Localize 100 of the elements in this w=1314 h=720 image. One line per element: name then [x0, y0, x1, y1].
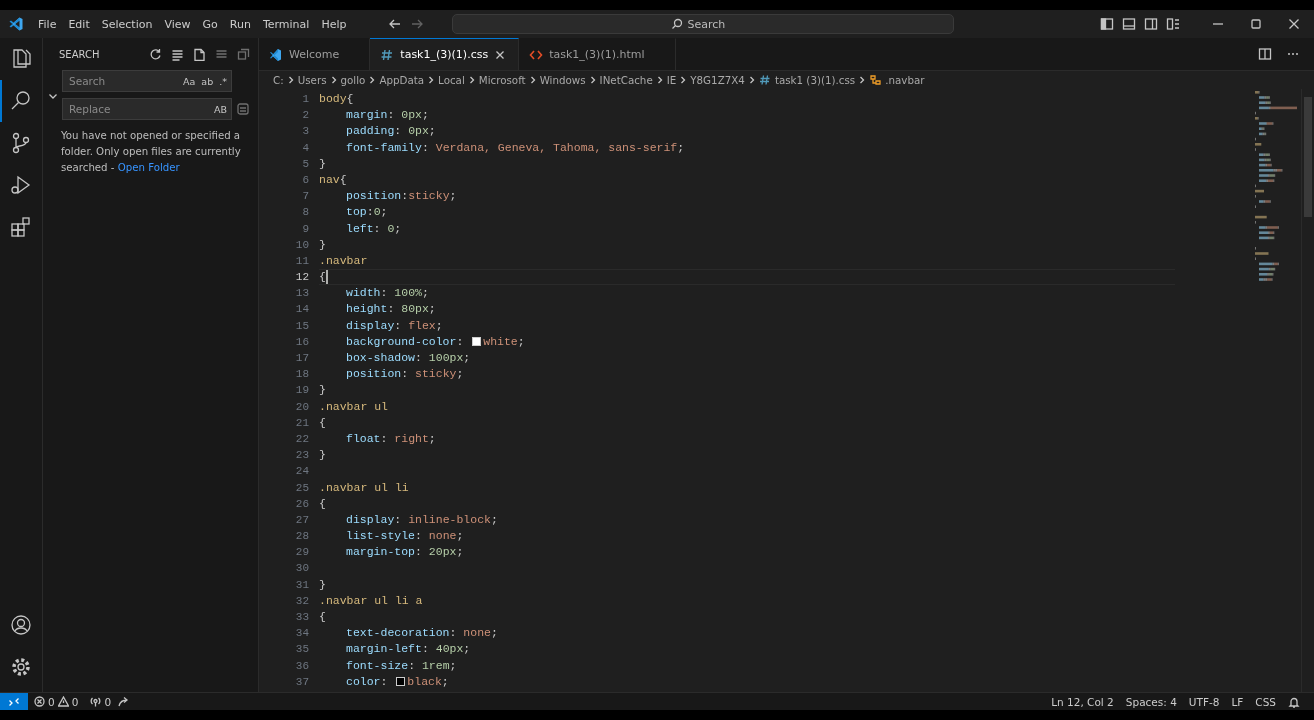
line-number: 4	[301, 140, 309, 156]
line-number: 6	[301, 172, 309, 188]
line-number: 30	[294, 561, 309, 577]
breadcrumb-item[interactable]: gollo	[340, 74, 366, 86]
option-toggle[interactable]: Aa	[183, 75, 196, 87]
code-text: display: inline-block;	[346, 511, 498, 528]
code-text: padding: 0px;	[346, 123, 436, 140]
line-number: 20	[294, 399, 309, 415]
code-text: {	[319, 269, 326, 286]
code-text: font-size: 1rem;	[346, 657, 457, 674]
code-text: }	[319, 155, 326, 172]
code-text: {	[319, 609, 326, 625]
code-text: top:0;	[346, 204, 388, 221]
line-number: 3	[301, 124, 309, 140]
line-number: 7	[301, 189, 309, 205]
line-number: 33	[294, 610, 309, 625]
breadcrumb-item[interactable]: .navbar	[885, 74, 925, 86]
line-number: 18	[294, 367, 309, 383]
menu-item[interactable]: Edit	[62, 15, 96, 33]
code-text: white;	[483, 333, 525, 350]
breadcrumb-item[interactable]: Microsoft	[478, 74, 526, 86]
info-message: You have not opened or specified a folder. Only open files are currently searched - Open Folder	[61, 129, 242, 175]
code-text: width: 100%;	[346, 285, 429, 302]
replace-field[interactable]: Replace AB	[62, 98, 232, 120]
status-item[interactable]: Spaces: 4	[1119, 695, 1183, 708]
option-toggle[interactable]: .*	[219, 75, 227, 87]
menu-item[interactable]: Help	[315, 15, 353, 33]
line-number: 35	[294, 642, 309, 658]
line-number: 9	[301, 221, 309, 237]
status-item[interactable]: CSS	[1249, 695, 1282, 708]
option-toggle[interactable]: AB	[213, 103, 227, 115]
menu-item[interactable]: Selection	[95, 15, 159, 33]
breadcrumb-item[interactable]: Users	[297, 74, 327, 86]
line-number: 2	[301, 108, 309, 124]
search-field[interactable]: Search	[687, 17, 736, 31]
code-text: height: 80px;	[346, 301, 436, 318]
code-text: black;	[407, 673, 449, 690]
line-number: 37	[294, 674, 309, 690]
menu-item[interactable]: View	[158, 15, 197, 33]
code-text: box-shadow: 100px;	[346, 350, 471, 366]
code-text: list-style: none;	[346, 528, 464, 545]
menu-item[interactable]: File	[32, 15, 63, 33]
code-text: }	[319, 382, 326, 399]
code-text: margin-left: 40px;	[346, 641, 471, 658]
code-text: nav{	[319, 171, 347, 188]
editor-tab[interactable]: task1_(3)(1).css	[370, 38, 520, 70]
line-number: 32	[294, 593, 309, 609]
code-text: margin: 0px;	[346, 107, 429, 124]
search-field[interactable]: Search Aa ab .*	[62, 70, 232, 92]
breadcrumb-item[interactable]: IE	[666, 74, 677, 86]
code-text: position:sticky;	[346, 188, 457, 205]
option-toggle[interactable]: ab	[201, 75, 214, 87]
line-number: 19	[294, 383, 309, 399]
code-text: {	[319, 495, 326, 512]
problems-indicator[interactable]: 0 0	[28, 695, 85, 708]
line-number: 24	[294, 464, 309, 480]
status-item[interactable]: LF	[1225, 695, 1250, 708]
line-number: 25	[294, 480, 309, 496]
code-text: .navbar ul li a	[319, 592, 423, 609]
line-number: 23	[294, 448, 309, 464]
code-text: float: right;	[346, 430, 436, 447]
line-number: 26	[294, 496, 309, 512]
code-text: }	[319, 236, 326, 253]
code-text: left: 0;	[346, 220, 402, 237]
breadcrumb-item[interactable]: INetCache	[599, 74, 653, 86]
breadcrumb-item[interactable]: C:	[273, 74, 284, 86]
breadcrumb-item[interactable]: Y8G1Z7X4	[690, 74, 745, 86]
breadcrumb-item[interactable]: task1 (3)(1).css	[774, 74, 856, 86]
open-folder-link[interactable]: Open Folder	[117, 162, 180, 173]
breadcrumb-item[interactable]: Local	[438, 74, 465, 86]
menu-item[interactable]: Go	[196, 15, 224, 33]
code-text: }	[319, 447, 326, 464]
line-number: 28	[294, 529, 309, 545]
line-number: 22	[294, 431, 309, 447]
menu-item[interactable]: Terminal	[256, 15, 316, 33]
menu-item[interactable]: Run	[223, 15, 257, 33]
line-number: 29	[294, 545, 309, 561]
line-number: 11	[294, 253, 309, 269]
line-number: 10	[294, 237, 309, 253]
sidebar-title: SEARCH	[59, 48, 101, 60]
code-text: {	[319, 414, 326, 431]
line-number: 21	[294, 415, 309, 431]
ports-indicator[interactable]: 0	[84, 695, 118, 708]
code-text: margin-top: 20px;	[346, 544, 464, 561]
line-number: 13	[294, 286, 309, 302]
line-number: 16	[294, 334, 309, 350]
line-number: 34	[294, 626, 309, 642]
code-text: font-family: Verdana, Geneva, Tahoma, sans-serif;	[346, 139, 685, 156]
code-text: body{	[319, 91, 354, 107]
code-text: }	[319, 576, 326, 593]
line-number: 15	[294, 318, 309, 334]
line-number: 17	[294, 351, 309, 366]
status-item[interactable]: Ln 12, Col 2	[1045, 695, 1120, 708]
breadcrumb-item[interactable]: Windows	[539, 74, 586, 86]
code-text: color:	[346, 673, 389, 690]
line-number: 12	[294, 270, 309, 286]
command-center[interactable]: Search	[452, 14, 955, 34]
status-item[interactable]: UTF-8	[1182, 695, 1226, 708]
code-text: display: flex;	[346, 317, 443, 334]
breadcrumb-item[interactable]: AppData	[379, 74, 425, 86]
